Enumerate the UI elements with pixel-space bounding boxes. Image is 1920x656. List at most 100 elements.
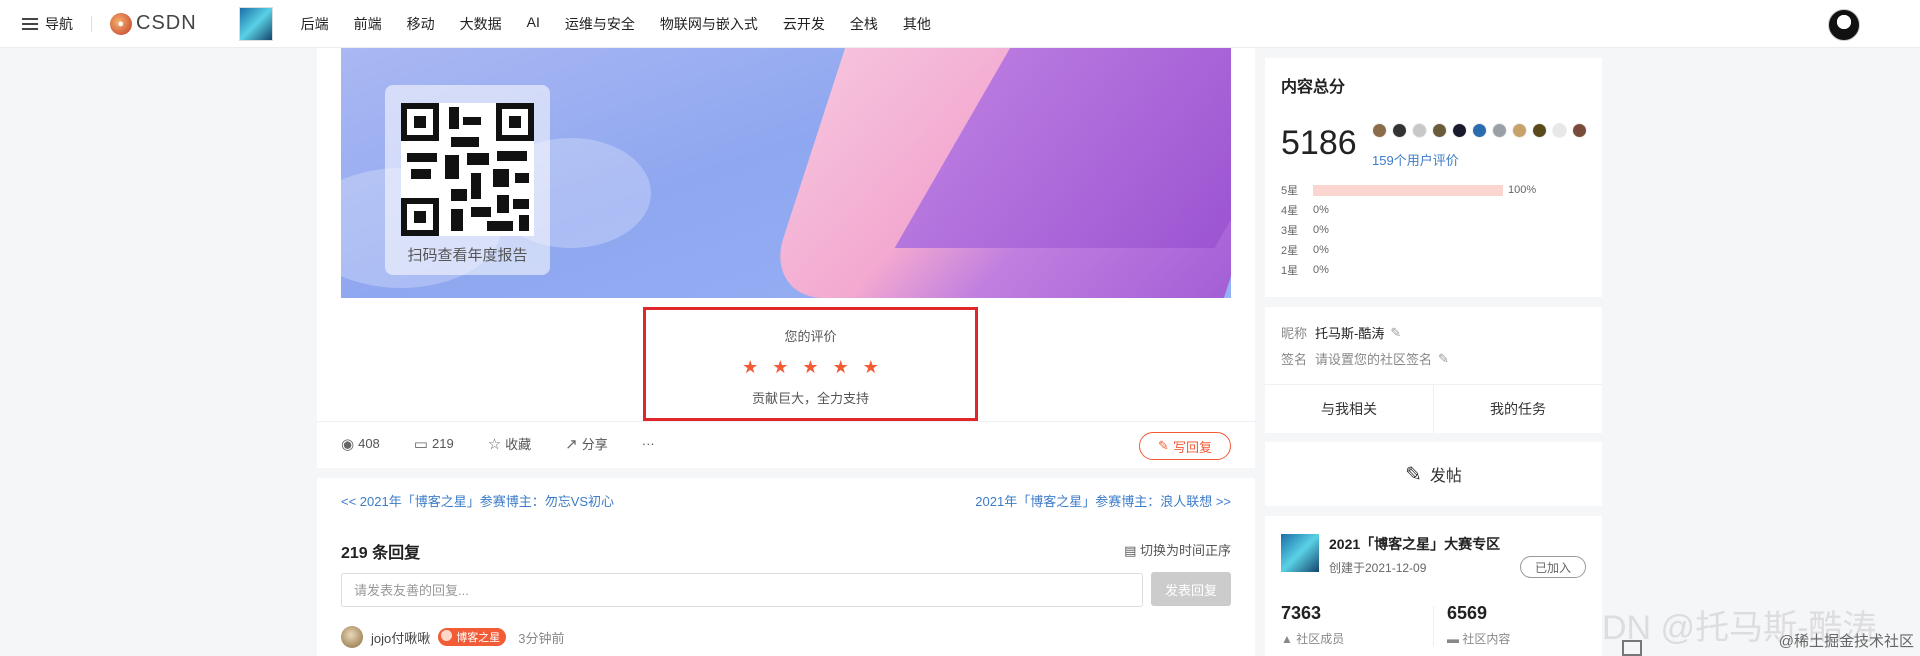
rater-avatar[interactable] <box>1532 123 1547 138</box>
more-icon: ··· <box>641 436 655 451</box>
rater-avatar[interactable] <box>1432 123 1447 138</box>
total-score: 5186 <box>1281 124 1357 162</box>
user-rating-panel: 您的评价 ★★★★★ 贡献巨大，全力支持 <box>643 307 978 421</box>
sort-toggle-label: 切换为时间正序 <box>1139 543 1231 558</box>
menu-item-mobile[interactable]: 移动 <box>407 14 435 34</box>
rater-avatar[interactable] <box>1572 123 1587 138</box>
qr-caption: 扫码查看年度报告 <box>407 247 528 264</box>
compose-icon: ✎ <box>1405 463 1422 486</box>
distribution-row-2: 2星 0% <box>1281 240 1536 260</box>
share-label: 分享 <box>581 437 608 452</box>
members-count: 7363 <box>1281 603 1322 623</box>
section-gap <box>317 468 1255 478</box>
user-icon: ▲ <box>1281 632 1297 646</box>
post-actions: ◉ 408 ▭ 219 ☆ 收藏 ↗ 分享 ··· <box>341 434 689 453</box>
distribution-bar <box>1313 184 1503 196</box>
tab-related-to-me[interactable]: 与我相关 <box>1265 385 1434 433</box>
eye-icon: ◉ <box>341 435 355 453</box>
reply-input[interactable] <box>341 573 1143 607</box>
favorite-button[interactable]: ☆ 收藏 <box>488 434 531 453</box>
rater-avatar[interactable] <box>1552 123 1567 138</box>
qr-card: 扫码查看年度报告 <box>385 85 550 275</box>
rater-avatar[interactable] <box>1412 123 1427 138</box>
write-reply-button[interactable]: ✎ 写回复 <box>1139 432 1231 460</box>
comment-count-value: 219 <box>431 436 454 451</box>
nav-toggle-button[interactable]: 导航 <box>22 14 73 34</box>
sort-toggle-button[interactable]: ▤ 切换为时间正序 <box>1124 540 1231 559</box>
user-avatar[interactable] <box>1828 9 1860 41</box>
menu-item-backend[interactable]: 后端 <box>301 14 329 34</box>
rating-title: 您的评价 <box>784 329 837 344</box>
comment-time: 3分钟前 <box>518 630 565 646</box>
user-evaluation-link[interactable]: 159个用户评价 <box>1372 150 1459 169</box>
menu-item-bigdata[interactable]: 大数据 <box>460 14 502 34</box>
nickname-key: 昵称 <box>1281 326 1308 341</box>
community-created-date: 创建于2021-12-09 <box>1329 561 1427 575</box>
more-button[interactable]: ··· <box>642 436 655 451</box>
rater-avatar[interactable] <box>1392 123 1407 138</box>
nav-divider <box>91 15 92 32</box>
distribution-label: 4星 <box>1281 205 1299 217</box>
prev-post-link[interactable]: << 2021年「博客之星」参赛博主：勿忘VS初心 <box>341 491 614 510</box>
write-reply-label: 写回复 <box>1172 439 1212 455</box>
signature-row: 签名 请设置您的社区签名 ✎ <box>1281 349 1449 368</box>
rating-stars[interactable]: ★★★★★ <box>646 357 975 378</box>
commenter-name[interactable]: jojo付啾啾 <box>371 628 430 647</box>
watermark-small: @稀土掘金技术社区 <box>1778 633 1914 650</box>
logo-text: CSDN <box>136 12 197 34</box>
signature-value: 请设置您的社区签名 <box>1315 352 1433 367</box>
profile-card: 昵称 托马斯-酷涛 ✎ 签名 请设置您的社区签名 ✎ 与我相关 我的任务 <box>1265 307 1602 433</box>
menu-item-ai[interactable]: AI <box>527 14 540 34</box>
distribution-row-4: 4星 0% <box>1281 200 1536 220</box>
rater-avatar[interactable] <box>1472 123 1487 138</box>
distribution-percent: 0% <box>1313 244 1329 256</box>
comment-count-button[interactable]: ▭ 219 <box>414 435 454 453</box>
rating-text: 贡献巨大，全力支持 <box>751 391 869 406</box>
content-stat: 6569 ▬ 社区内容 <box>1447 603 1510 647</box>
pencil-icon: ✎ <box>1158 438 1169 453</box>
share-button[interactable]: ↗ 分享 <box>565 434 608 453</box>
top-navigation-bar: 导航 ● CSDN 后端 前端 移动 大数据 AI 运维与安全 物联网与嵌入式 … <box>0 0 1920 48</box>
category-menu: 后端 前端 移动 大数据 AI 运维与安全 物联网与嵌入式 云开发 全栈 其他 <box>301 14 956 34</box>
blog-star-badge: 博客之星 <box>438 628 507 646</box>
menu-item-iot[interactable]: 物联网与嵌入式 <box>660 14 758 34</box>
qr-code-icon[interactable] <box>401 103 534 236</box>
star-outline-icon: ☆ <box>487 435 502 453</box>
folder-icon: ▬ <box>1447 632 1463 646</box>
view-count-value: 408 <box>358 436 380 451</box>
members-stat: 7363 ▲ 社区成员 <box>1281 603 1344 647</box>
monkey-logo-icon: ● <box>110 12 132 35</box>
menu-item-other[interactable]: 其他 <box>903 14 931 34</box>
joined-button[interactable]: 已加入 <box>1520 556 1586 578</box>
menu-item-cloud[interactable]: 云开发 <box>783 14 825 34</box>
publish-reply-button[interactable]: 发表回复 <box>1151 572 1231 606</box>
nickname-value: 托马斯-酷涛 <box>1315 326 1385 341</box>
edit-icon[interactable]: ✎ <box>1438 351 1449 367</box>
stat-divider <box>1433 606 1434 646</box>
rater-avatar[interactable] <box>1372 123 1387 138</box>
menu-item-fullstack[interactable]: 全栈 <box>850 14 878 34</box>
csdn-logo[interactable]: ● CSDN <box>110 12 197 35</box>
community-thumbnail[interactable] <box>238 6 273 41</box>
community-title[interactable]: 2021「博客之星」大赛专区 <box>1329 534 1500 554</box>
edit-icon[interactable]: ✎ <box>1390 325 1401 341</box>
menu-item-ops-security[interactable]: 运维与安全 <box>565 14 635 34</box>
rater-avatar[interactable] <box>1492 123 1507 138</box>
commenter-avatar[interactable] <box>341 626 363 648</box>
comment-item: jojo付啾啾 博客之星 3分钟前 <box>341 626 564 648</box>
new-post-button[interactable]: ✎ 发帖 <box>1265 442 1602 506</box>
signature-key: 签名 <box>1281 352 1308 367</box>
content-label: 社区内容 <box>1462 632 1511 646</box>
community-thumbnail[interactable] <box>1281 534 1319 572</box>
rater-avatar[interactable] <box>1452 123 1467 138</box>
annual-report-banner: 扫码查看年度报告 <box>341 48 1231 298</box>
next-post-link[interactable]: 2021年「博客之星」参赛博主：浪人联想 >> <box>975 491 1231 510</box>
sort-icon: ▤ <box>1124 543 1140 558</box>
tab-my-tasks[interactable]: 我的任务 <box>1434 385 1602 433</box>
score-card-title: 内容总分 <box>1281 79 1346 96</box>
distribution-percent: 0% <box>1313 204 1329 216</box>
menu-item-frontend[interactable]: 前端 <box>354 14 382 34</box>
mini-qr-icon[interactable] <box>1622 640 1642 656</box>
comment-icon: ▭ <box>413 435 428 453</box>
rater-avatar[interactable] <box>1512 123 1527 138</box>
